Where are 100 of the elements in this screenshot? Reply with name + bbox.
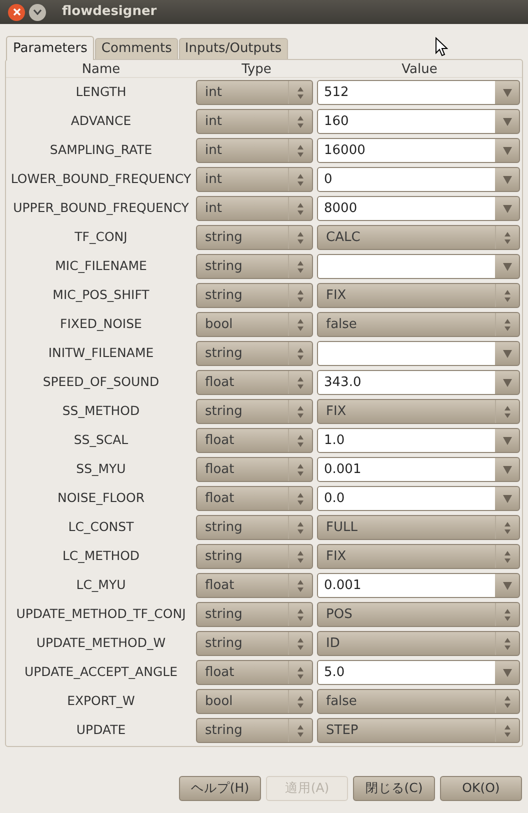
spin-arrows-icon xyxy=(297,666,304,680)
spin-arrows-icon xyxy=(297,578,304,592)
column-header: Name xyxy=(80,61,122,79)
value-combo-field[interactable]: 0.001 xyxy=(317,573,520,598)
type-combo[interactable]: string xyxy=(196,718,313,743)
type-combo[interactable]: string xyxy=(196,225,313,250)
type-combo[interactable]: string xyxy=(196,399,313,424)
spin-arrows-icon xyxy=(297,318,304,332)
parameter-name: UPDATE_ACCEPT_ANGLE xyxy=(23,663,178,682)
dropdown-caret-icon xyxy=(502,118,512,126)
spin-arrows-icon xyxy=(297,288,304,302)
dropdown-caret-icon xyxy=(502,466,512,474)
value-combo[interactable]: false xyxy=(317,689,520,714)
dialog-button[interactable]: ヘルプ(H) xyxy=(179,776,261,801)
value-combo-field[interactable]: 343.0 xyxy=(317,370,520,395)
spin-arrows-icon xyxy=(504,318,511,332)
parameter-name: UPPER_BOUND_FREQUENCY xyxy=(12,199,190,218)
type-combo[interactable]: int xyxy=(196,167,313,192)
dialog-button[interactable]: 閉じる(C) xyxy=(353,776,435,801)
value-combo-field[interactable]: 512 xyxy=(317,80,520,105)
spin-arrows-icon xyxy=(297,520,304,534)
type-combo[interactable]: float xyxy=(196,573,313,598)
value-combo-field[interactable]: 0.001 xyxy=(317,457,520,482)
value-combo[interactable]: STEP xyxy=(317,718,520,743)
value-combo[interactable]: FIX xyxy=(317,399,520,424)
parameter-name: UPDATE_METHOD_TF_CONJ xyxy=(15,605,187,624)
value-combo[interactable]: FIX xyxy=(317,544,520,569)
value-combo[interactable]: CALC xyxy=(317,225,520,250)
value-combo-field[interactable] xyxy=(317,254,520,279)
value-combo-field[interactable] xyxy=(317,341,520,366)
spin-arrows-icon xyxy=(504,404,511,418)
parameter-name: SAMPLING_RATE xyxy=(48,141,154,160)
mouse-cursor-icon xyxy=(435,37,448,57)
spin-arrows-icon xyxy=(504,608,511,622)
type-combo[interactable]: string xyxy=(196,631,313,656)
value-combo[interactable]: FULL xyxy=(317,515,520,540)
type-combo[interactable]: bool xyxy=(196,312,313,337)
dropdown-caret-icon xyxy=(502,378,512,386)
value-combo-field[interactable]: 16000 xyxy=(317,138,520,163)
spin-arrows-icon xyxy=(297,230,304,244)
spin-arrows-icon xyxy=(297,404,304,418)
type-combo[interactable]: string xyxy=(196,283,313,308)
tab[interactable]: Inputs/Outputs xyxy=(178,38,288,59)
parameter-name: LENGTH xyxy=(74,83,128,102)
type-combo[interactable]: string xyxy=(196,515,313,540)
type-combo[interactable]: float xyxy=(196,486,313,511)
type-combo[interactable]: float xyxy=(196,660,313,685)
spin-arrows-icon xyxy=(504,288,511,302)
minimize-icon[interactable] xyxy=(29,4,46,20)
value-combo[interactable]: POS xyxy=(317,602,520,627)
type-combo[interactable]: int xyxy=(196,109,313,134)
parameter-name: SPEED_OF_SOUND xyxy=(42,373,160,392)
dropdown-caret-icon xyxy=(502,494,512,502)
spin-arrows-icon xyxy=(297,144,304,158)
spin-arrows-icon xyxy=(504,694,511,708)
parameter-name: LC_METHOD xyxy=(61,547,141,566)
parameter-name: MIC_POS_SHIFT xyxy=(52,286,150,304)
dropdown-caret-icon xyxy=(502,146,512,154)
type-combo[interactable]: float xyxy=(196,457,313,482)
value-combo[interactable]: false xyxy=(317,312,520,337)
parameter-name: NOISE_FLOOR xyxy=(56,489,146,508)
spin-arrows-icon xyxy=(297,260,304,274)
parameter-name: LC_MYU xyxy=(75,576,127,594)
spin-arrows-icon xyxy=(504,550,511,564)
type-combo[interactable]: string xyxy=(196,341,313,366)
value-combo-field[interactable]: 0 xyxy=(317,167,520,192)
value-combo-field[interactable]: 1.0 xyxy=(317,428,520,453)
value-combo[interactable]: ID xyxy=(317,631,520,656)
dialog-button[interactable]: OK(O) xyxy=(440,776,522,801)
spin-arrows-icon xyxy=(297,434,304,448)
value-combo-field[interactable]: 160 xyxy=(317,109,520,134)
value-combo-field[interactable]: 5.0 xyxy=(317,660,520,685)
parameter-name: SS_SCAL xyxy=(72,431,130,450)
close-icon[interactable] xyxy=(8,4,25,20)
type-combo[interactable]: float xyxy=(196,428,313,453)
value-combo-field[interactable]: 8000 xyxy=(317,196,520,221)
parameter-name: SS_MYU xyxy=(75,460,127,478)
parameter-name: LC_CONST xyxy=(67,518,135,536)
tab[interactable]: Parameters xyxy=(6,36,94,60)
type-combo[interactable]: int xyxy=(196,138,313,163)
spin-arrows-icon xyxy=(297,172,304,186)
value-combo[interactable]: FIX xyxy=(317,283,520,308)
type-combo[interactable]: int xyxy=(196,196,313,221)
type-combo[interactable]: float xyxy=(196,370,313,395)
dropdown-caret-icon xyxy=(502,668,512,676)
type-combo[interactable]: bool xyxy=(196,689,313,714)
type-combo[interactable]: string xyxy=(196,544,313,569)
parameter-name: LOWER_BOUND_FREQUENCY xyxy=(10,170,192,188)
parameter-name: UPDATE_METHOD_W xyxy=(35,634,167,652)
value-combo-field[interactable]: 0.0 xyxy=(317,486,520,511)
type-combo[interactable]: string xyxy=(196,602,313,627)
dropdown-caret-icon xyxy=(502,436,512,444)
dropdown-caret-icon xyxy=(502,582,512,590)
spin-arrows-icon xyxy=(297,608,304,622)
type-combo[interactable]: int xyxy=(196,80,313,105)
tab[interactable]: Comments xyxy=(95,38,178,59)
type-combo[interactable]: string xyxy=(196,254,313,279)
spin-arrows-icon xyxy=(297,376,304,390)
spin-arrows-icon xyxy=(297,202,304,216)
spin-arrows-icon xyxy=(297,550,304,564)
